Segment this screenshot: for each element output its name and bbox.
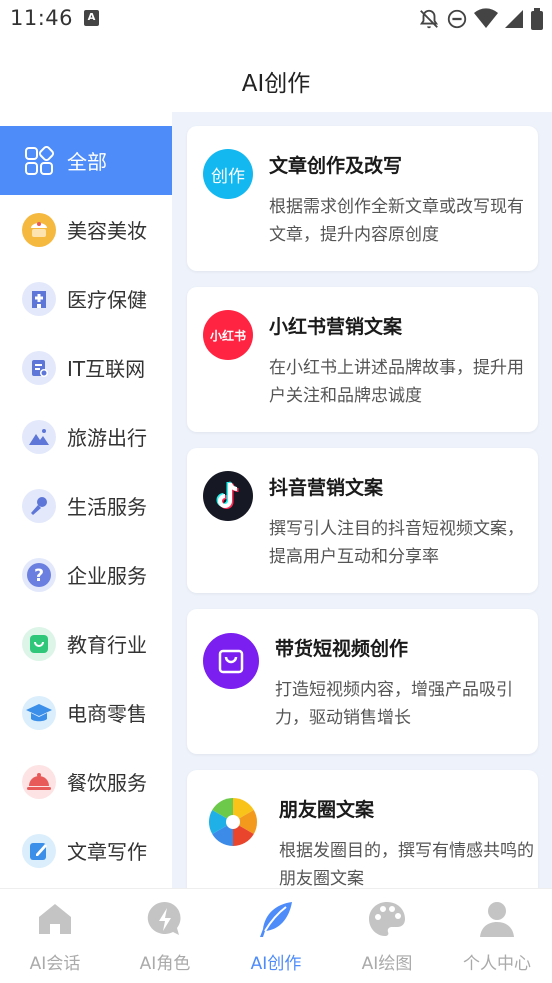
nav-label: AI创作: [250, 954, 302, 974]
page-title: AI创作: [241, 71, 311, 97]
card-description: 根据需求创作全新文章或改写现有文章，提升内容原创度: [269, 197, 524, 245]
sidebar-item-label: 文章写作: [67, 840, 147, 864]
home-icon: [39, 904, 71, 934]
sidebar-item-label: 全部: [67, 150, 107, 174]
microphone-icon: [22, 488, 56, 523]
sidebar-item-label: IT互联网: [67, 357, 146, 381]
document-icon: [22, 350, 56, 385]
grid-icon: [22, 144, 56, 178]
status-time: 11:46: [10, 6, 74, 30]
status-icons: [418, 6, 544, 32]
card-title: 抖音营销文案: [269, 477, 384, 499]
template-card-short-video[interactable]: 带货短视频创作 打造短视频内容，增强产品吸引力，驱动销售增长: [187, 609, 538, 754]
create-icon-text: 创作: [211, 166, 245, 187]
shopping-bag-icon: [203, 633, 259, 689]
nav-item-ai-draw[interactable]: AI绘图: [332, 889, 442, 983]
bottom-nav: AI会话 AI角色 AI创作 AI绘图 个人中心: [0, 888, 552, 983]
sidebar-item-label: 生活服务: [67, 495, 147, 519]
template-list: 创作 文章创作及改写 根据需求创作全新文章或改写现有文章，提升内容原创度 小红书…: [172, 112, 552, 888]
card-description: 在小红书上讲述品牌故事，提升用户关注和品牌忠诚度: [269, 358, 524, 406]
sidebar-item-education[interactable]: 教育行业: [0, 609, 172, 678]
question-icon: ?: [22, 557, 56, 592]
user-icon: [480, 902, 514, 937]
camera-aperture-icon: [207, 796, 259, 848]
notification-icon: A: [84, 10, 99, 26]
xiaohongshu-icon-text: 小红书: [209, 328, 246, 343]
create-icon: 创作: [203, 149, 253, 199]
nav-label: 个人中心: [463, 954, 531, 974]
category-sidebar: 全部 美容美妆 医疗保健 IT互联网 旅游出行 生活服务 ? 企业服务 教育行业…: [0, 112, 172, 888]
sidebar-item-ecommerce[interactable]: 电商零售: [0, 678, 172, 747]
mountain-icon: [22, 419, 56, 454]
dnd-icon: [447, 9, 467, 29]
nav-item-ai-chat[interactable]: AI会话: [0, 889, 110, 983]
sidebar-item-enterprise[interactable]: ? 企业服务: [0, 540, 172, 609]
card-description: 根据发圈目的，撰写有情感共鸣的朋友圈文案: [279, 841, 534, 888]
nav-label: AI角色: [139, 954, 191, 974]
sidebar-item-catering[interactable]: 餐饮服务: [0, 747, 172, 816]
nav-label: AI绘图: [361, 954, 413, 974]
signal-icon: [505, 10, 523, 28]
nav-item-ai-role[interactable]: AI角色: [110, 889, 220, 983]
nav-item-profile[interactable]: 个人中心: [442, 889, 552, 983]
card-description: 撰写引人注目的抖音短视频文案，提高用户互动和分享率: [269, 519, 524, 567]
svg-text:?: ?: [34, 566, 44, 586]
sidebar-item-life[interactable]: 生活服务: [0, 471, 172, 540]
xiaohongshu-icon: 小红书: [203, 310, 253, 360]
sidebar-item-label: 美容美妆: [67, 219, 147, 243]
sidebar-item-label: 电商零售: [67, 702, 147, 726]
wifi-icon: [474, 8, 498, 28]
template-card-xiaohongshu[interactable]: 小红书 小红书营销文案 在小红书上讲述品牌故事，提升用户关注和品牌忠诚度: [187, 287, 538, 432]
lightning-icon: [147, 901, 181, 935]
sidebar-item-medical[interactable]: 医疗保健: [0, 264, 172, 333]
sidebar-item-label: 餐饮服务: [67, 771, 147, 795]
cloche-icon: [22, 764, 56, 799]
sidebar-item-travel[interactable]: 旅游出行: [0, 402, 172, 471]
palette-icon: [369, 902, 405, 936]
card-title: 带货短视频创作: [275, 638, 409, 660]
sidebar-item-label: 教育行业: [67, 633, 147, 657]
card-title: 文章创作及改写: [269, 155, 403, 177]
template-card-moments[interactable]: 朋友圈文案 根据发圈目的，撰写有情感共鸣的朋友圈文案: [187, 770, 538, 888]
nav-item-ai-create[interactable]: AI创作: [221, 889, 331, 983]
sidebar-item-label: 医疗保健: [67, 288, 147, 312]
header: AI创作: [0, 38, 552, 112]
bell-off-icon: [419, 9, 439, 29]
tiktok-icon: [203, 471, 253, 521]
bag-icon: [22, 626, 56, 661]
nav-label: AI会话: [29, 954, 81, 974]
status-bar: 11:46 A: [0, 0, 552, 38]
edit-icon: [22, 833, 56, 868]
template-card-douyin[interactable]: 抖音营销文案 撰写引人注目的抖音短视频文案，提高用户互动和分享率: [187, 448, 538, 593]
sidebar-item-it[interactable]: IT互联网: [0, 333, 172, 402]
card-title: 朋友圈文案: [279, 799, 375, 821]
hospital-icon: [22, 281, 56, 316]
sidebar-item-beauty[interactable]: 美容美妆: [0, 195, 172, 264]
template-card-article[interactable]: 创作 文章创作及改写 根据需求创作全新文章或改写现有文章，提升内容原创度: [187, 126, 538, 271]
card-title: 小红书营销文案: [269, 316, 403, 338]
card-description: 打造短视频内容，增强产品吸引力，驱动销售增长: [275, 680, 513, 728]
sidebar-item-label: 旅游出行: [67, 426, 147, 450]
sidebar-item-all[interactable]: 全部: [0, 126, 172, 195]
graduation-cap-icon: [22, 695, 56, 730]
sidebar-item-writing[interactable]: 文章写作: [0, 816, 172, 885]
cake-icon: [22, 212, 56, 247]
feather-icon: [260, 902, 292, 937]
battery-icon: [531, 8, 543, 30]
sidebar-item-label: 企业服务: [67, 564, 147, 588]
